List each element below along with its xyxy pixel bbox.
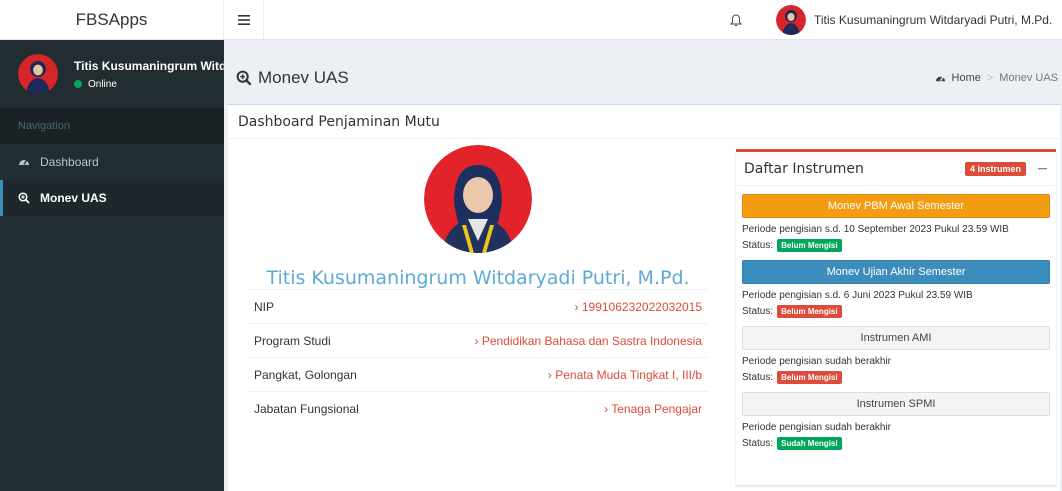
info-value: › 199106232022032015 xyxy=(574,299,702,314)
minus-icon xyxy=(1037,167,1047,169)
instrument-status: Status: Belum Mengisi xyxy=(742,239,1050,252)
sidebar: Titis Kusumaningrum Witdaryadi Putri, M.… xyxy=(0,40,224,491)
dashboard-icon xyxy=(935,76,945,81)
instrument-button-monev-pbm[interactable]: Monev PBM Awal Semester xyxy=(742,194,1050,218)
info-row-program-studi: Program Studi › Pendidikan Bahasa dan Sa… xyxy=(248,323,708,357)
instrument-button-ami[interactable]: Instrumen AMI xyxy=(742,326,1050,350)
info-label: NIP xyxy=(254,299,275,314)
bell-icon xyxy=(730,13,742,26)
info-label: Jabatan Fungsional xyxy=(254,401,359,416)
info-label: Pangkat, Golongan xyxy=(254,367,357,382)
instrument-period: Periode pengisian s.d. 6 Juni 2023 Pukul… xyxy=(742,290,973,301)
info-value: › Penata Muda Tingkat I, III/b xyxy=(547,367,702,382)
instrument-panel-header: Daftar Instrumen 4 Instrumen xyxy=(736,152,1056,186)
instrument-item: Instrumen SPMI Periode pengisian sudah b… xyxy=(736,392,1056,450)
instrument-count-badge: 4 Instrumen xyxy=(964,161,1026,176)
user-status-text: Online xyxy=(88,78,117,90)
profile-name: Titis Kusumaningrum Witdaryadi Putri, M.… xyxy=(266,267,690,289)
info-value: › Tenaga Pengajar xyxy=(604,401,702,416)
instrument-period: Periode pengisian sudah berakhir xyxy=(742,356,891,367)
breadcrumb-current: Monev UAS xyxy=(999,72,1058,84)
sidebar-avatar xyxy=(18,54,58,94)
instrument-status: Status: Belum Mengisi xyxy=(742,371,1050,384)
instrument-item: Monev Ujian Akhir Semester Periode pengi… xyxy=(736,260,1056,318)
notifications-button[interactable] xyxy=(722,0,750,40)
nav-header: Navigation xyxy=(0,108,224,144)
search-plus-icon xyxy=(18,192,30,204)
box-title: Dashboard Penjaminan Mutu xyxy=(228,105,1060,139)
instrument-item: Monev PBM Awal Semester Periode pengisia… xyxy=(736,194,1056,252)
user-name: Titis Kusumaningrum Witdaryadi Putri, M.… xyxy=(814,13,1053,27)
sidebar-item-dashboard[interactable]: Dashboard xyxy=(0,144,224,180)
instrument-panel-title: Daftar Instrumen xyxy=(744,160,864,177)
instrument-button-monev-uas[interactable]: Monev Ujian Akhir Semester xyxy=(742,260,1050,284)
hamburger-icon xyxy=(237,15,250,25)
page-title-text: Monev UAS xyxy=(258,68,349,87)
status-badge: Belum Mengisi xyxy=(777,371,842,384)
instrument-period: Periode pengisian s.d. 10 September 2023… xyxy=(742,224,1009,235)
dashboard-box: Dashboard Penjaminan Mutu Titis Kusumani… xyxy=(228,104,1060,491)
status-label: Status: xyxy=(742,306,774,317)
sidebar-user-name: Titis Kusumaningrum Witdaryadi Putri, M.… xyxy=(74,58,224,73)
instrument-period: Periode pengisian sudah berakhir xyxy=(742,422,891,433)
top-navbar: FBSApps Titis Kusumaningrum Witdaryadi P… xyxy=(0,0,1062,40)
info-row-jabatan-fungsional: Jabatan Fungsional › Tenaga Pengajar xyxy=(248,391,708,425)
sidebar-toggle-button[interactable] xyxy=(224,0,264,40)
info-value: › Pendidikan Bahasa dan Sastra Indonesia xyxy=(474,333,703,348)
search-plus-icon xyxy=(236,70,252,86)
info-row-nip: NIP › 199106232022032015 xyxy=(248,289,708,323)
status-label: Status: xyxy=(742,240,774,251)
profile-photo xyxy=(424,145,532,253)
instrument-button-spmi[interactable]: Instrumen SPMI xyxy=(742,392,1050,416)
sidebar-item-monev-uas[interactable]: Monev UAS xyxy=(0,180,224,216)
status-badge: Belum Mengisi xyxy=(777,305,842,318)
sidebar-item-label: Dashboard xyxy=(40,155,99,169)
app-logo[interactable]: FBSApps xyxy=(0,0,224,40)
user-avatar xyxy=(776,5,806,35)
status-label: Status: xyxy=(742,372,774,383)
collapse-button[interactable] xyxy=(1036,162,1048,174)
online-dot-icon xyxy=(74,80,82,88)
sidebar-item-label: Monev UAS xyxy=(40,191,107,205)
info-row-pangkat-golongan: Pangkat, Golongan › Penata Muda Tingkat … xyxy=(248,357,708,391)
sidebar-user-panel: Titis Kusumaningrum Witdaryadi Putri, M.… xyxy=(0,40,224,108)
status-badge: Sudah Mengisi xyxy=(777,437,842,450)
info-label: Program Studi xyxy=(254,333,331,348)
main-content: Monev UAS Home > Monev UAS Dashboard Pen… xyxy=(224,40,1062,491)
breadcrumb-home-link[interactable]: Home xyxy=(952,72,981,84)
content-header: Monev UAS Home > Monev UAS xyxy=(224,40,1062,106)
breadcrumb-separator: > xyxy=(986,72,994,84)
instrument-status: Status: Sudah Mengisi xyxy=(742,437,1050,450)
instrument-panel: Daftar Instrumen 4 Instrumen Monev PBM A… xyxy=(736,149,1056,485)
dashboard-icon xyxy=(19,160,29,165)
profile-section: Titis Kusumaningrum Witdaryadi Putri, M.… xyxy=(248,145,708,425)
instrument-status: Status: Belum Mengisi xyxy=(742,305,1050,318)
status-label: Status: xyxy=(742,438,774,449)
status-badge: Belum Mengisi xyxy=(777,239,842,252)
user-menu[interactable]: Titis Kusumaningrum Witdaryadi Putri, M.… xyxy=(776,0,1052,40)
breadcrumb: Home > Monev UAS xyxy=(935,72,1058,84)
user-online-status: Online xyxy=(74,79,224,90)
instrument-item: Instrumen AMI Periode pengisian sudah be… xyxy=(736,326,1056,384)
page-title: Monev UAS xyxy=(236,68,349,88)
